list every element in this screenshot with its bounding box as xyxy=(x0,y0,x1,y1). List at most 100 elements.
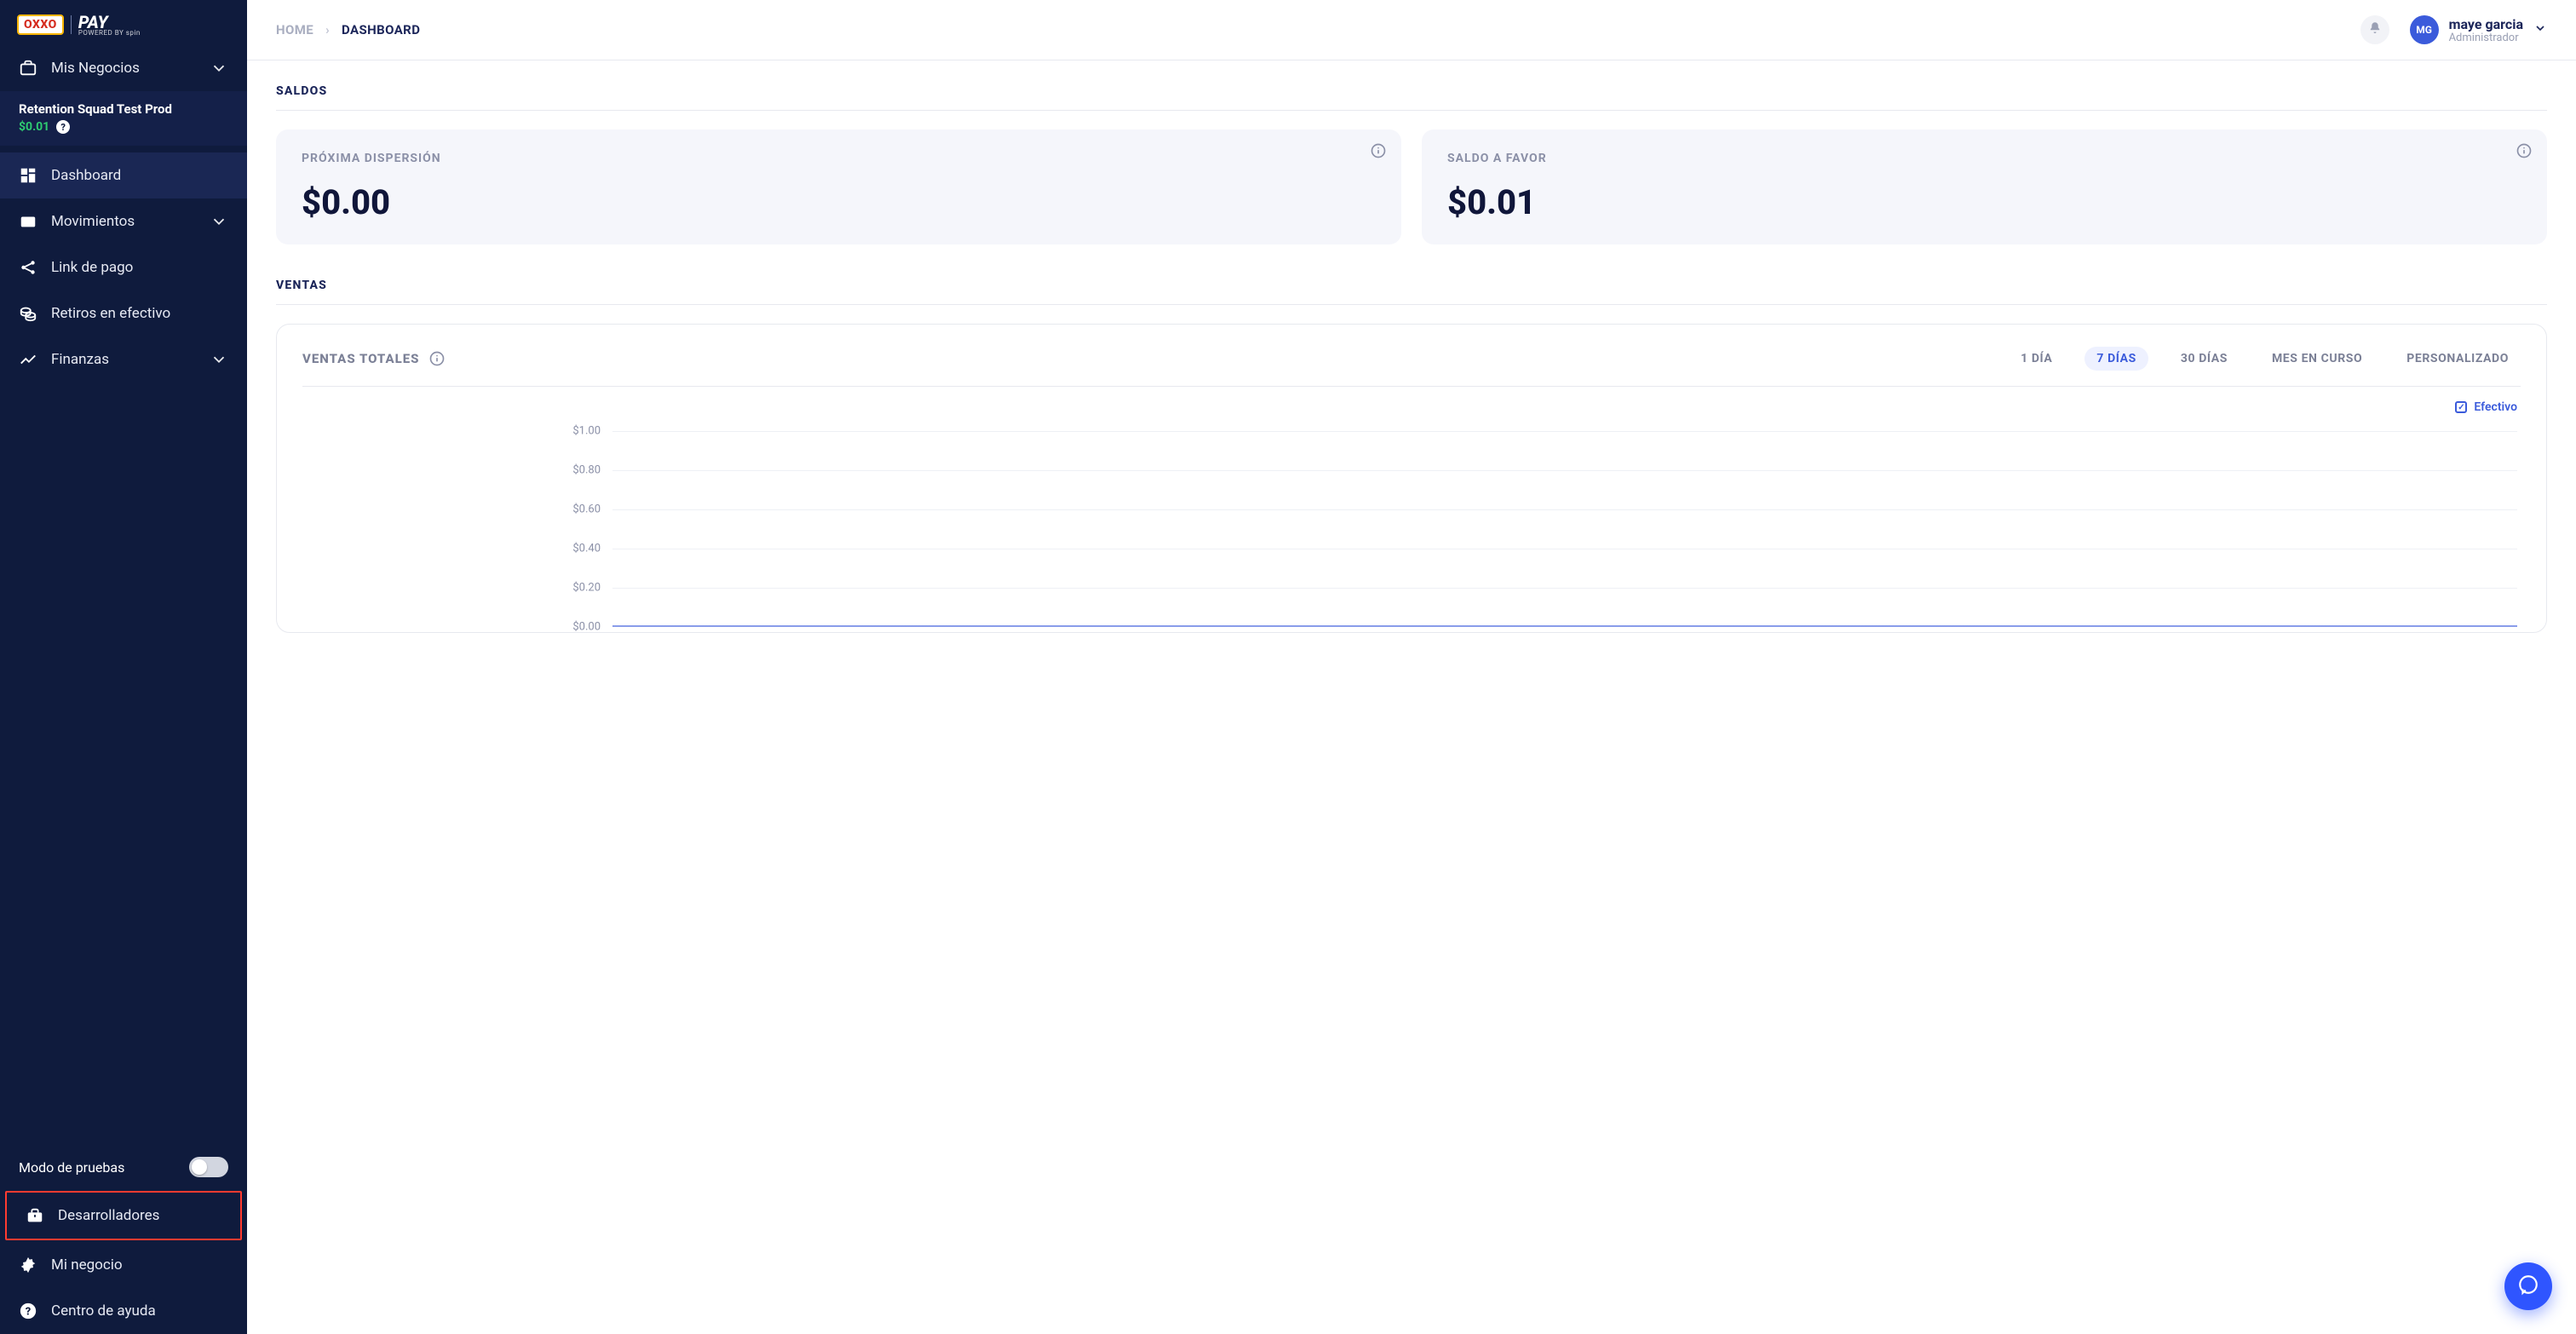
y-tick: $0.20 xyxy=(572,582,601,595)
range-tab-mes-en-curso[interactable]: MES EN CURSO xyxy=(2260,347,2374,371)
y-tick: $0.80 xyxy=(572,464,601,477)
logo-oxxo: OXXO xyxy=(17,14,64,35)
briefcase-icon xyxy=(19,59,37,78)
content: SALDOS PRÓXIMA DISPERSIÓN $0.00 SALDO A … xyxy=(247,60,2576,657)
breadcrumb: HOME › DASHBOARD xyxy=(276,22,420,37)
chat-fab[interactable] xyxy=(2504,1262,2552,1310)
gear-icon xyxy=(19,1256,37,1274)
sidebar-item-mi-negocio[interactable]: Mi negocio xyxy=(0,1242,247,1288)
bell-icon xyxy=(2367,20,2383,39)
sidebar-item-label: Mi negocio xyxy=(51,1256,123,1274)
sidebar-item-label: Mis Negocios xyxy=(51,60,140,77)
business-summary: Retention Squad Test Prod $0.01 ? xyxy=(0,91,247,146)
user-menu[interactable]: MG maye garcia Administrador xyxy=(2410,15,2547,44)
y-tick: $0.60 xyxy=(572,503,601,516)
saldos-cards: PRÓXIMA DISPERSIÓN $0.00 SALDO A FAVOR $… xyxy=(276,129,2547,244)
breadcrumb-current: DASHBOARD xyxy=(342,22,420,37)
section-title-saldos: SALDOS xyxy=(276,84,2547,111)
sidebar-item-movimientos[interactable]: Movimientos xyxy=(0,198,247,244)
y-tick: $0.40 xyxy=(572,543,601,555)
card-label: PRÓXIMA DISPERSIÓN xyxy=(302,152,1376,165)
card-value: $0.00 xyxy=(302,182,1376,222)
chat-icon xyxy=(2517,1274,2539,1299)
sidebar-item-label: Link de pago xyxy=(51,259,133,276)
chevron-down-icon xyxy=(2533,21,2547,38)
trend-icon xyxy=(19,350,37,369)
chevron-down-icon xyxy=(210,59,228,78)
chart-legend: ✓ Efectivo xyxy=(277,387,2546,414)
test-mode-row: Modo de pruebas xyxy=(0,1145,247,1189)
topbar: HOME › DASHBOARD MG maye garcia Administ… xyxy=(247,0,2576,60)
wallet-icon xyxy=(19,212,37,231)
sidebar-item-label: Finanzas xyxy=(51,351,109,368)
card-label: SALDO A FAVOR xyxy=(1447,152,2521,165)
logo-divider xyxy=(71,15,72,34)
sidebar-item-label: Dashboard xyxy=(51,167,121,184)
help-circle-icon: ? xyxy=(19,1302,37,1320)
coins-icon xyxy=(19,304,37,323)
avatar: MG xyxy=(2410,15,2439,44)
business-balance-value: $0.01 xyxy=(19,120,49,134)
test-mode-toggle[interactable] xyxy=(189,1157,228,1177)
user-name: maye garcia xyxy=(2449,16,2523,32)
chevron-right-icon: › xyxy=(325,22,330,37)
sidebar-item-dashboard[interactable]: Dashboard xyxy=(0,152,247,198)
breadcrumb-home[interactable]: HOME xyxy=(276,22,313,37)
card-proxima-dispersion: PRÓXIMA DISPERSIÓN $0.00 xyxy=(276,129,1401,244)
sidebar-item-label: Desarrolladores xyxy=(58,1207,159,1224)
brand-logo: OXXO PAY POWERED BY spin xyxy=(0,0,247,45)
logo-subtitle: POWERED BY spin xyxy=(78,29,141,37)
help-icon[interactable]: ? xyxy=(56,120,70,134)
business-balance: $0.01 ? xyxy=(19,120,228,134)
main: HOME › DASHBOARD MG maye garcia Administ… xyxy=(247,0,2576,1334)
user-role: Administrador xyxy=(2449,32,2523,44)
sidebar-item-label: Centro de ayuda xyxy=(51,1302,156,1320)
checkbox-icon[interactable]: ✓ xyxy=(2455,401,2467,413)
sidebar-item-businesses[interactable]: Mis Negocios xyxy=(0,45,247,91)
info-icon[interactable] xyxy=(428,349,446,368)
info-icon[interactable] xyxy=(2515,141,2533,160)
range-tab-7dias[interactable]: 7 DÍAS xyxy=(2084,347,2148,371)
info-icon[interactable] xyxy=(1369,141,1388,160)
dashboard-icon xyxy=(19,166,37,185)
y-tick: $0.00 xyxy=(572,621,601,634)
logo-pay-block: PAY POWERED BY spin xyxy=(78,12,141,37)
sidebar-item-finanzas[interactable]: Finanzas xyxy=(0,336,247,382)
user-text: maye garcia Administrador xyxy=(2449,16,2523,44)
y-tick: $1.00 xyxy=(572,425,601,438)
sidebar-item-label: Retiros en efectivo xyxy=(51,305,170,322)
business-name: Retention Squad Test Prod xyxy=(19,101,228,117)
range-tab-30dias[interactable]: 30 DÍAS xyxy=(2169,347,2240,371)
sidebar-item-label: Movimientos xyxy=(51,213,135,230)
legend-label-efectivo[interactable]: Efectivo xyxy=(2474,400,2517,414)
chevron-down-icon xyxy=(210,212,228,231)
range-tab-personalizado[interactable]: PERSONALIZADO xyxy=(2395,347,2521,371)
range-tabs: 1 DÍA 7 DÍAS 30 DÍAS MES EN CURSO PERSON… xyxy=(2009,347,2521,371)
sidebar-item-retiros[interactable]: Retiros en efectivo xyxy=(0,290,247,336)
chart-baseline xyxy=(612,625,2517,627)
sidebar-item-desarrolladores[interactable]: Desarrolladores xyxy=(7,1193,240,1239)
panel-title-text: VENTAS TOTALES xyxy=(302,351,419,366)
gridlines xyxy=(612,431,2517,627)
panel-title: VENTAS TOTALES xyxy=(302,349,446,368)
sidebar-item-centro-de-ayuda[interactable]: ? Centro de ayuda xyxy=(0,1288,247,1334)
ventas-panel: VENTAS TOTALES 1 DÍA 7 DÍAS 30 DÍAS MES … xyxy=(276,324,2547,633)
range-tab-1dia[interactable]: 1 DÍA xyxy=(2009,347,2064,371)
primary-nav: Dashboard Movimientos Link de pago Retir… xyxy=(0,146,247,382)
sidebar: OXXO PAY POWERED BY spin Mis Negocios Re… xyxy=(0,0,247,1334)
chevron-down-icon xyxy=(210,350,228,369)
panel-head: VENTAS TOTALES 1 DÍA 7 DÍAS 30 DÍAS MES … xyxy=(277,325,2546,381)
topbar-right: MG maye garcia Administrador xyxy=(2360,15,2547,44)
section-title-ventas: VENTAS xyxy=(276,279,2547,305)
toolbox-icon xyxy=(26,1206,44,1225)
sidebar-item-desarrolladores-highlight: Desarrolladores xyxy=(5,1191,242,1240)
ventas-chart: $1.00 $0.80 $0.60 $0.40 $0.20 $0.00 xyxy=(306,431,2517,627)
share-icon xyxy=(19,258,37,277)
svg-text:?: ? xyxy=(26,1306,32,1319)
notifications-button[interactable] xyxy=(2360,15,2389,44)
card-value: $0.01 xyxy=(1447,182,2521,222)
y-axis: $1.00 $0.80 $0.60 $0.40 $0.20 $0.00 xyxy=(549,431,601,627)
test-mode-label: Modo de pruebas xyxy=(19,1159,124,1176)
sidebar-item-link-de-pago[interactable]: Link de pago xyxy=(0,244,247,290)
card-saldo-a-favor: SALDO A FAVOR $0.01 xyxy=(1422,129,2547,244)
